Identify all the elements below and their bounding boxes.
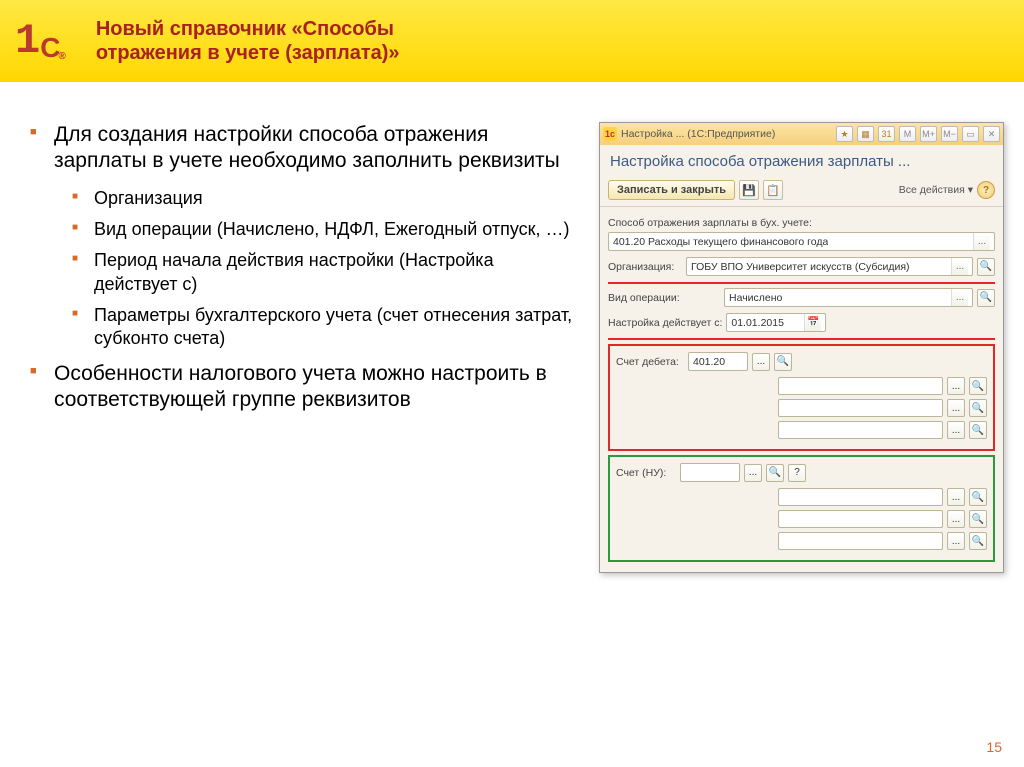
method-label: Способ отражения зарплаты в бух. учете: (608, 217, 995, 229)
subconto-2-select-icon[interactable]: ... (947, 399, 965, 417)
date-input[interactable]: 01.01.2015 📅 (726, 313, 826, 332)
subconto-1-search-icon[interactable]: 🔍 (969, 377, 987, 395)
operation-search-icon[interactable]: 🔍 (977, 289, 995, 307)
sub-bullet-3: Период начала действия настройки (Настро… (72, 249, 579, 296)
nu-sub-2-select-icon[interactable]: ... (947, 510, 965, 528)
separator-1 (608, 282, 995, 284)
nu-subconto-2: ... 🔍 (616, 510, 987, 528)
sub-bullet-1: Организация (72, 187, 579, 210)
subconto-3-select-icon[interactable]: ... (947, 421, 965, 439)
debit-subconto-1: ... 🔍 (616, 377, 987, 395)
method-input[interactable]: 401.20 Расходы текущего финансового года… (608, 232, 995, 251)
nu-subconto-3-input[interactable] (778, 532, 943, 550)
subconto-2-search-icon[interactable]: 🔍 (969, 399, 987, 417)
sub-bullet-4: Параметры бухгалтерского учета (счет отн… (72, 304, 579, 351)
separator-2 (608, 338, 995, 340)
debit-subconto-2-input[interactable] (778, 399, 943, 417)
nu-subconto-3: ... 🔍 (616, 532, 987, 550)
method-select-icon[interactable]: ... (973, 233, 990, 250)
memory-mminus-button[interactable]: M− (941, 126, 958, 142)
nu-sub-1-select-icon[interactable]: ... (947, 488, 965, 506)
operation-input[interactable]: Начислено ... (724, 288, 973, 307)
slide-title: Новый справочник «Способы отражения в уч… (96, 17, 400, 65)
nu-search-icon[interactable]: 🔍 (766, 464, 784, 482)
nu-select-icon[interactable]: ... (744, 464, 762, 482)
debit-subconto-3: ... 🔍 (616, 421, 987, 439)
operation-label: Вид операции: (608, 292, 720, 304)
bullet-main-2: Особенности налогового учета можно настр… (30, 361, 579, 414)
nu-sub-3-select-icon[interactable]: ... (947, 532, 965, 550)
all-actions-menu[interactable]: Все действия ▾ (899, 184, 973, 196)
org-input[interactable]: ГОБУ ВПО Университет искусств (Субсидия)… (686, 257, 973, 276)
date-picker-icon[interactable]: 📅 (804, 314, 821, 331)
debit-account-input[interactable]: 401.20 (688, 352, 748, 371)
save-icon-button[interactable]: 💾 (739, 180, 759, 200)
toolbar-icon-star[interactable]: ★ (836, 126, 853, 142)
org-label: Организация: (608, 261, 682, 273)
debit-subconto-1-input[interactable] (778, 377, 943, 395)
form-toolbar: Записать и закрыть 💾 📋 Все действия ▾ ? (600, 176, 1003, 207)
window-title: Настройка ... (1С:Предприятие) (621, 128, 832, 140)
logo-1c: 1C® (15, 20, 66, 62)
memory-m-button[interactable]: M (899, 126, 916, 142)
nu-group: Счет (НУ): ... 🔍 ? ... 🔍 ... 🔍 (608, 455, 995, 562)
org-search-icon[interactable]: 🔍 (977, 258, 995, 276)
nu-label: Счет (НУ): (616, 467, 676, 479)
debit-subconto-3-input[interactable] (778, 421, 943, 439)
page-number: 15 (986, 739, 1002, 755)
debit-label: Счет дебета: (616, 356, 684, 368)
save-and-close-button[interactable]: Записать и закрыть (608, 180, 735, 200)
memory-mplus-button[interactable]: M+ (920, 126, 937, 142)
effective-from-label: Настройка действует с: (608, 317, 722, 329)
bullet-main-1: Для создания настройки способа отражения… (30, 122, 579, 351)
app-icon: 1c (603, 127, 617, 141)
debit-search-icon[interactable]: 🔍 (774, 353, 792, 371)
subconto-1-select-icon[interactable]: ... (947, 377, 965, 395)
nu-sub-1-search-icon[interactable]: 🔍 (969, 488, 987, 506)
window-titlebar: 1c Настройка ... (1С:Предприятие) ★ ▦ 31… (600, 123, 1003, 145)
debit-select-icon[interactable]: ... (752, 353, 770, 371)
close-button[interactable]: ✕ (983, 126, 1000, 142)
slide-body: Для создания настройки способа отражения… (30, 122, 579, 573)
toolbar-icon-calendar[interactable]: 31 (878, 126, 895, 142)
nu-sub-2-search-icon[interactable]: 🔍 (969, 510, 987, 528)
nu-subconto-2-input[interactable] (778, 510, 943, 528)
operation-select-icon[interactable]: ... (951, 289, 968, 306)
slide-header: 1C® Новый справочник «Способы отражения … (0, 0, 1024, 82)
subconto-3-search-icon[interactable]: 🔍 (969, 421, 987, 439)
debit-subconto-2: ... 🔍 (616, 399, 987, 417)
form-heading: Настройка способа отражения зарплаты ... (600, 145, 1003, 176)
sub-bullet-2: Вид операции (Начислено, НДФЛ, Ежегодный… (72, 218, 579, 241)
toolbar-icon-grid[interactable]: ▦ (857, 126, 874, 142)
nu-account-input[interactable] (680, 463, 740, 482)
nu-help-icon[interactable]: ? (788, 464, 806, 482)
nu-sub-3-search-icon[interactable]: 🔍 (969, 532, 987, 550)
report-icon-button[interactable]: 📋 (763, 180, 783, 200)
nu-subconto-1-input[interactable] (778, 488, 943, 506)
nu-subconto-1: ... 🔍 (616, 488, 987, 506)
org-select-icon[interactable]: ... (951, 258, 968, 275)
debit-group: Счет дебета: 401.20 ... 🔍 ... 🔍 ... 🔍 (608, 344, 995, 451)
app-window: 1c Настройка ... (1С:Предприятие) ★ ▦ 31… (599, 122, 1004, 573)
minimize-button[interactable]: ▭ (962, 126, 979, 142)
help-button[interactable]: ? (977, 181, 995, 199)
